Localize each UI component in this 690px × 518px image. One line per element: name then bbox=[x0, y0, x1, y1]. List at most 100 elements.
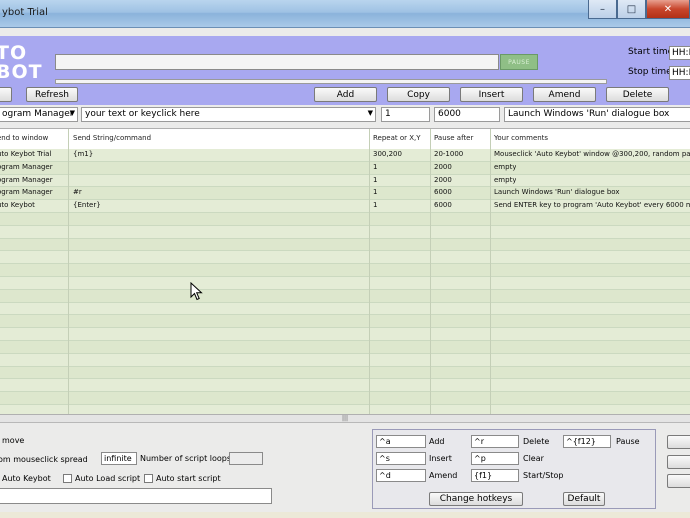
default-hotkeys-button[interactable]: Default bbox=[563, 492, 605, 506]
window-select[interactable]: ogram Manager ▼ bbox=[0, 107, 78, 122]
delete-button[interactable]: Delete bbox=[606, 87, 669, 102]
command-select[interactable]: your text or keyclick here ▼ bbox=[81, 107, 376, 122]
table-row[interactable]: ogram Manager #r 1 6000 Launch Windows 'Run'… bbox=[0, 187, 690, 201]
table-row[interactable] bbox=[0, 302, 690, 316]
table-row[interactable]: ogram Manager 1 2000 empty bbox=[0, 174, 690, 188]
spread-label: om mouseclick spread bbox=[0, 455, 88, 464]
minimize-button[interactable]: – bbox=[588, 0, 617, 19]
hotkey-delete-field[interactable]: ^r bbox=[471, 435, 519, 448]
side-button-3[interactable] bbox=[667, 474, 690, 488]
maximize-button[interactable]: □ bbox=[617, 0, 646, 19]
table-row[interactable] bbox=[0, 315, 690, 329]
repeat-field[interactable]: 1 bbox=[381, 107, 430, 122]
close-button[interactable]: ✕ bbox=[646, 0, 690, 19]
table-row[interactable] bbox=[0, 353, 690, 367]
insert-button[interactable]: Insert bbox=[460, 87, 523, 102]
mouse-cursor-icon bbox=[190, 282, 203, 301]
script-grid[interactable]: end to window Send String/command Repeat… bbox=[0, 128, 690, 415]
auto-load-checkbox[interactable] bbox=[63, 474, 72, 483]
window-select-value: ogram Manager bbox=[2, 109, 74, 119]
auto-load-label: Auto Load script bbox=[75, 474, 141, 483]
table-row[interactable] bbox=[0, 264, 690, 277]
window-controls: – □ ✕ bbox=[588, 0, 690, 19]
cell-repeat: 1 bbox=[373, 201, 378, 210]
cell-window: uto Keybot Trial bbox=[0, 150, 52, 158]
hotkey-insert-field[interactable]: ^s bbox=[376, 452, 426, 465]
cell-pause: 20-1000 bbox=[434, 150, 464, 158]
col-header-window[interactable]: end to window bbox=[0, 134, 48, 142]
cell-comment: empty bbox=[494, 162, 517, 171]
secondary-progress-bar bbox=[55, 79, 607, 84]
table-row[interactable] bbox=[0, 289, 690, 303]
hotkey-clear-label: Clear bbox=[523, 454, 544, 463]
cell-command: #r bbox=[73, 188, 82, 197]
refresh-button[interactable]: Refresh bbox=[26, 87, 78, 102]
loops-field[interactable]: infinite bbox=[101, 452, 137, 465]
chevron-down-icon: ▼ bbox=[69, 109, 75, 117]
copy-button[interactable]: Copy bbox=[387, 87, 450, 102]
cell-repeat: 300,200 bbox=[373, 150, 402, 158]
comment-field[interactable]: Launch Windows 'Run' dialogue box bbox=[504, 107, 690, 122]
window-title: ybot Trial bbox=[2, 7, 48, 18]
table-row[interactable] bbox=[0, 251, 690, 265]
change-hotkeys-button[interactable]: Change hotkeys bbox=[429, 492, 523, 506]
col-header-repeat[interactable]: Repeat or X,Y bbox=[373, 134, 421, 142]
cell-window: ogram Manager bbox=[0, 188, 53, 197]
table-row[interactable]: ogram Manager 1 2000 empty bbox=[0, 161, 690, 175]
app-client-area: TO BOT PAUSE Start time HH:MM Stop time … bbox=[0, 28, 690, 512]
hotkey-add-field[interactable]: ^a bbox=[376, 435, 426, 448]
pause-field[interactable]: 6000 bbox=[434, 107, 500, 122]
table-row[interactable] bbox=[0, 225, 690, 239]
amend-button[interactable]: Amend bbox=[533, 87, 596, 102]
hotkeys-panel: ^a Add ^r Delete ^{f12} Pause ^s Insert … bbox=[372, 429, 656, 509]
table-row[interactable]: uto Keybot {Enter} 1 6000 Send ENTER key to … bbox=[0, 200, 690, 213]
move-label: move bbox=[2, 436, 25, 445]
side-button-2[interactable] bbox=[667, 455, 690, 469]
load-button[interactable] bbox=[0, 87, 12, 102]
panel-splitter[interactable]: ||| bbox=[0, 415, 690, 423]
auto-start-checkbox[interactable] bbox=[144, 474, 153, 483]
hotkey-startstop-label: Start/Stop bbox=[523, 471, 564, 480]
table-row[interactable] bbox=[0, 404, 690, 414]
table-row[interactable] bbox=[0, 238, 690, 252]
table-row[interactable] bbox=[0, 366, 690, 380]
auto-start-label: Auto start script bbox=[156, 474, 221, 483]
cell-repeat: 1 bbox=[373, 162, 378, 171]
grid-rows: uto Keybot Trial {m1} 300,200 20-1000 Mousec… bbox=[0, 149, 690, 414]
hotkey-startstop-field[interactable]: {f1} bbox=[471, 469, 519, 482]
start-time-field[interactable]: HH:MM bbox=[669, 46, 690, 60]
hotkey-amend-field[interactable]: ^d bbox=[376, 469, 426, 482]
stop-time-field[interactable]: HH:MM bbox=[669, 66, 690, 80]
table-row[interactable]: uto Keybot Trial {m1} 300,200 20-1000 Mousec… bbox=[0, 149, 690, 162]
hotkey-pause-field[interactable]: ^{f12} bbox=[563, 435, 611, 448]
side-button-1[interactable] bbox=[667, 435, 690, 449]
table-row[interactable] bbox=[0, 340, 690, 354]
table-row[interactable] bbox=[0, 328, 690, 341]
add-button[interactable]: Add bbox=[314, 87, 377, 102]
col-header-comments[interactable]: Your comments bbox=[494, 134, 548, 142]
col-header-pause[interactable]: Pause after bbox=[434, 134, 473, 142]
col-header-command[interactable]: Send String/command bbox=[73, 134, 151, 142]
cell-command: {m1} bbox=[73, 150, 94, 158]
stop-time-label: Stop time bbox=[628, 67, 672, 77]
table-row[interactable] bbox=[0, 212, 690, 226]
hotkey-insert-label: Insert bbox=[429, 454, 452, 463]
cell-window: ogram Manager bbox=[0, 175, 53, 184]
table-row[interactable] bbox=[0, 379, 690, 393]
hotkey-amend-label: Amend bbox=[429, 471, 458, 480]
hotkey-add-label: Add bbox=[429, 437, 445, 446]
status-field[interactable] bbox=[0, 488, 272, 504]
app-logo: TO BOT bbox=[0, 44, 43, 82]
cell-command: {Enter} bbox=[73, 201, 101, 210]
title-bar: ybot Trial – □ ✕ bbox=[0, 0, 690, 28]
table-row[interactable] bbox=[0, 392, 690, 405]
command-select-value: your text or keyclick here bbox=[85, 109, 200, 119]
table-row[interactable] bbox=[0, 276, 690, 290]
pause-button[interactable]: PAUSE bbox=[500, 54, 538, 70]
cell-comment: Launch Windows 'Run' dialogue box bbox=[494, 188, 620, 197]
script-progress-bar bbox=[55, 54, 499, 70]
cell-repeat: 1 bbox=[373, 188, 378, 197]
column-divider bbox=[68, 129, 69, 414]
hotkey-clear-field[interactable]: ^p bbox=[471, 452, 519, 465]
grid-header: end to window Send String/command Repeat… bbox=[0, 129, 690, 149]
